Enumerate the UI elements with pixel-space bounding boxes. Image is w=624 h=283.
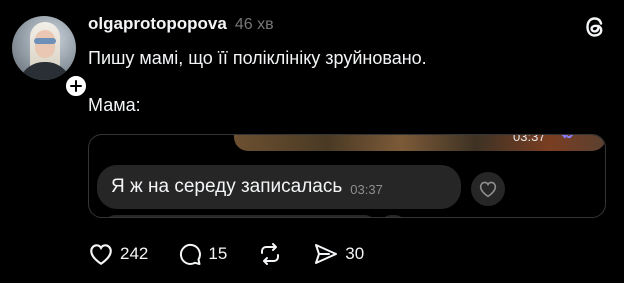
send-icon <box>315 244 338 264</box>
post-actions: 242 15 30 <box>88 240 394 268</box>
message-time: 03:37 <box>350 181 383 197</box>
next-message-react <box>381 215 405 217</box>
like-count: 242 <box>120 244 149 263</box>
comment-count: 15 <box>208 244 228 263</box>
post-media-screenshot[interactable]: 03:37 Я ж на середу записалась 03:37 <box>88 134 606 218</box>
post-header: olgaprotopopova 46 хв <box>88 14 274 36</box>
repost-button[interactable] <box>257 242 283 266</box>
comment-button[interactable]: 15 <box>178 242 227 266</box>
photo-timestamp: 03:37 <box>513 134 546 144</box>
share-button[interactable]: 30 <box>313 242 364 266</box>
repost-icon <box>261 243 280 265</box>
like-button[interactable]: 242 <box>88 242 148 266</box>
threads-logo-icon[interactable] <box>582 14 608 40</box>
heart-icon <box>479 181 497 198</box>
message-bubble: Я ж на середу записалась 03:37 <box>97 165 461 209</box>
heart-icon <box>90 244 112 266</box>
post-time: 46 хв <box>234 16 274 33</box>
chat-photo <box>234 135 605 151</box>
username[interactable]: olgaprotopopova <box>88 14 227 34</box>
comment-icon <box>180 243 202 265</box>
avatar-container[interactable] <box>12 16 88 98</box>
message-text: Я ж на середу записалась <box>111 176 343 197</box>
post-text-line-2: Мама: <box>88 95 141 115</box>
next-message-bubble <box>105 215 375 217</box>
share-count: 30 <box>345 244 365 263</box>
plus-icon <box>70 80 82 92</box>
read-check-icon <box>561 135 574 139</box>
react-button <box>471 172 505 206</box>
post-text-line-1: Пишу мамі, що її поліклініку зруйновано. <box>88 48 427 68</box>
follow-button[interactable] <box>64 74 88 98</box>
avatar[interactable] <box>12 16 76 80</box>
